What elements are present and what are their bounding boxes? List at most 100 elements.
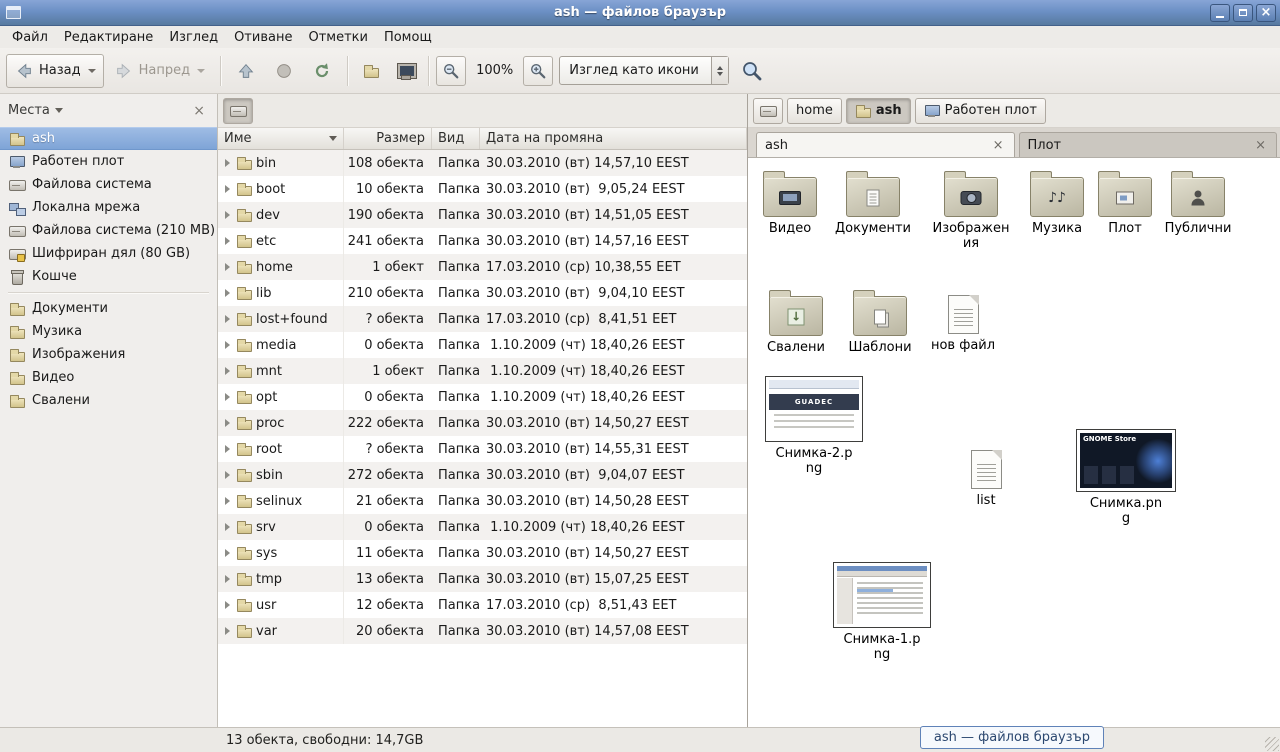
- zoom-in-button[interactable]: [523, 56, 553, 86]
- table-row-sbin[interactable]: sbin272 обектаПапка30.03.2010 (вт) 9,04,…: [218, 462, 747, 488]
- computer-button[interactable]: [389, 54, 421, 88]
- sidebar-item-desktop[interactable]: Работен плот: [0, 150, 217, 173]
- expander-icon[interactable]: [225, 263, 230, 271]
- table-row-dev[interactable]: dev190 обектаПапка30.03.2010 (вт) 14,51,…: [218, 202, 747, 228]
- expander-icon[interactable]: [225, 471, 230, 479]
- tab-ash[interactable]: ash×: [756, 132, 1015, 157]
- expander-icon[interactable]: [225, 575, 230, 583]
- sidebar-item-ash[interactable]: ash: [0, 127, 217, 150]
- menu-edit[interactable]: Редактиране: [56, 28, 161, 47]
- menu-view[interactable]: Изглед: [161, 28, 226, 47]
- pathbar-button-root[interactable]: [223, 98, 253, 124]
- icon-documents[interactable]: Документи: [831, 170, 915, 237]
- tab-close-icon[interactable]: ×: [991, 139, 1006, 152]
- reload-button[interactable]: [304, 54, 340, 88]
- taskbar-window-button[interactable]: ash — файлов браузър: [920, 726, 1104, 749]
- icon-downloads[interactable]: Свалени: [754, 289, 838, 356]
- sidebar-close-button[interactable]: ×: [189, 104, 209, 118]
- icon-public[interactable]: Публични: [1156, 170, 1240, 237]
- home-button[interactable]: [355, 54, 387, 88]
- tab-plot[interactable]: Плот×: [1019, 132, 1278, 157]
- table-row-lost+found[interactable]: lost+found? обектаПапка17.03.2010 (ср) 8…: [218, 306, 747, 332]
- expander-icon[interactable]: [225, 523, 230, 531]
- search-button[interactable]: [735, 54, 769, 88]
- table-row-selinux[interactable]: selinux21 обектаПапка30.03.2010 (вт) 14,…: [218, 488, 747, 514]
- table-row-media[interactable]: media0 обектаПапка 1.10.2009 (чт) 18,40,…: [218, 332, 747, 358]
- sidebar-item-downloads[interactable]: Свалени: [0, 389, 217, 412]
- pathbar-button-filesystem-root[interactable]: [753, 98, 783, 124]
- back-history-chevron-icon[interactable]: [88, 69, 96, 73]
- stop-button[interactable]: [266, 54, 302, 88]
- expander-icon[interactable]: [225, 315, 230, 323]
- column-header-type[interactable]: Вид: [432, 128, 480, 149]
- table-row-etc[interactable]: etc241 обектаПапка30.03.2010 (вт) 14,57,…: [218, 228, 747, 254]
- table-row-usr[interactable]: usr12 обектаПапка17.03.2010 (ср) 8,51,43…: [218, 592, 747, 618]
- expander-icon[interactable]: [225, 549, 230, 557]
- table-row-srv[interactable]: srv0 обектаПапка 1.10.2009 (чт) 18,40,26…: [218, 514, 747, 540]
- table-row-tmp[interactable]: tmp13 обектаПапка30.03.2010 (вт) 15,07,2…: [218, 566, 747, 592]
- icon-new-file[interactable]: нов файл: [921, 289, 1005, 354]
- expander-icon[interactable]: [225, 211, 230, 219]
- table-row-lib[interactable]: lib210 обектаПапка30.03.2010 (вт) 9,04,1…: [218, 280, 747, 306]
- table-row-root[interactable]: root? обектаПапка30.03.2010 (вт) 14,55,3…: [218, 436, 747, 462]
- table-row-bin[interactable]: bin108 обектаПапка30.03.2010 (вт) 14,57,…: [218, 150, 747, 176]
- back-button[interactable]: Назад: [6, 54, 104, 88]
- up-button[interactable]: [228, 54, 264, 88]
- sidebar-selector-chevron-icon[interactable]: [55, 108, 63, 113]
- menu-file[interactable]: Файл: [4, 28, 56, 47]
- expander-icon[interactable]: [225, 497, 230, 505]
- table-row-home[interactable]: home1 обектПапка17.03.2010 (ср) 10,38,55…: [218, 254, 747, 280]
- column-header-size[interactable]: Размер: [344, 128, 432, 149]
- icon-templates[interactable]: Шаблони: [838, 289, 922, 356]
- resize-grip[interactable]: [1265, 737, 1279, 751]
- icon-pictures[interactable]: Изображения: [929, 170, 1013, 252]
- icon-view-canvas[interactable]: ВидеоДокументиИзображенияМузикаПлотПубли…: [748, 158, 1280, 727]
- menu-help[interactable]: Помощ: [376, 28, 440, 47]
- icon-snimka[interactable]: GNOME StoreСнимка.png: [1071, 429, 1181, 527]
- sidebar-item-pictures[interactable]: Изображения: [0, 343, 217, 366]
- forward-button[interactable]: Напред: [106, 54, 213, 88]
- column-header-modified[interactable]: Дата на промяна: [480, 128, 747, 149]
- table-row-sys[interactable]: sys11 обектаПапка30.03.2010 (вт) 14,50,2…: [218, 540, 747, 566]
- expander-icon[interactable]: [225, 367, 230, 375]
- sidebar-item-local-network[interactable]: Локална мрежа: [0, 196, 217, 219]
- menu-bookmarks[interactable]: Отметки: [300, 28, 375, 47]
- expander-icon[interactable]: [225, 627, 230, 635]
- expander-icon[interactable]: [225, 601, 230, 609]
- close-button[interactable]: ×: [1256, 4, 1276, 22]
- maximize-button[interactable]: [1233, 4, 1253, 22]
- sidebar-item-encrypted-80gb[interactable]: Шифриран дял (80 GB): [0, 242, 217, 265]
- icon-snimka-2[interactable]: GUADECСнимка-2.png: [759, 376, 869, 477]
- icon-list[interactable]: list: [944, 444, 1028, 509]
- sidebar-item-trash[interactable]: Кошче: [0, 265, 217, 288]
- expander-icon[interactable]: [225, 289, 230, 297]
- titlebar[interactable]: ash — файлов браузър ×: [0, 0, 1280, 26]
- tab-close-icon[interactable]: ×: [1253, 139, 1268, 152]
- table-row-mnt[interactable]: mnt1 обектПапка 1.10.2009 (чт) 18,40,26 …: [218, 358, 747, 384]
- expander-icon[interactable]: [225, 393, 230, 401]
- icon-snimka-1[interactable]: Снимка-1.png: [827, 562, 937, 663]
- sidebar-item-videos[interactable]: Видео: [0, 366, 217, 389]
- icon-videos[interactable]: Видео: [748, 170, 832, 237]
- column-header-name[interactable]: Име: [218, 128, 344, 149]
- sidebar-item-filesystem[interactable]: Файлова система: [0, 173, 217, 196]
- sidebar-item-filesystem-210mb[interactable]: Файлова система (210 MB): [0, 219, 217, 242]
- table-row-opt[interactable]: opt0 обектаПапка 1.10.2009 (чт) 18,40,26…: [218, 384, 747, 410]
- expander-icon[interactable]: [225, 237, 230, 245]
- table-row-boot[interactable]: boot10 обектаПапка30.03.2010 (вт) 9,05,2…: [218, 176, 747, 202]
- expander-icon[interactable]: [225, 159, 230, 167]
- pathbar-button-home[interactable]: home: [787, 98, 842, 124]
- expander-icon[interactable]: [225, 185, 230, 193]
- view-mode-spinner[interactable]: [711, 57, 728, 84]
- pathbar-button-ash[interactable]: ash: [846, 98, 911, 124]
- expander-icon[interactable]: [225, 419, 230, 427]
- view-mode-select[interactable]: Изглед като икони: [559, 56, 729, 85]
- expander-icon[interactable]: [225, 341, 230, 349]
- table-row-proc[interactable]: proc222 обектаПапка30.03.2010 (вт) 14,50…: [218, 410, 747, 436]
- table-row-var[interactable]: var20 обектаПапка30.03.2010 (вт) 14,57,0…: [218, 618, 747, 644]
- sidebar-item-music[interactable]: Музика: [0, 320, 217, 343]
- menu-go[interactable]: Отиване: [226, 28, 300, 47]
- expander-icon[interactable]: [225, 445, 230, 453]
- minimize-button[interactable]: [1210, 4, 1230, 22]
- zoom-out-button[interactable]: [436, 56, 466, 86]
